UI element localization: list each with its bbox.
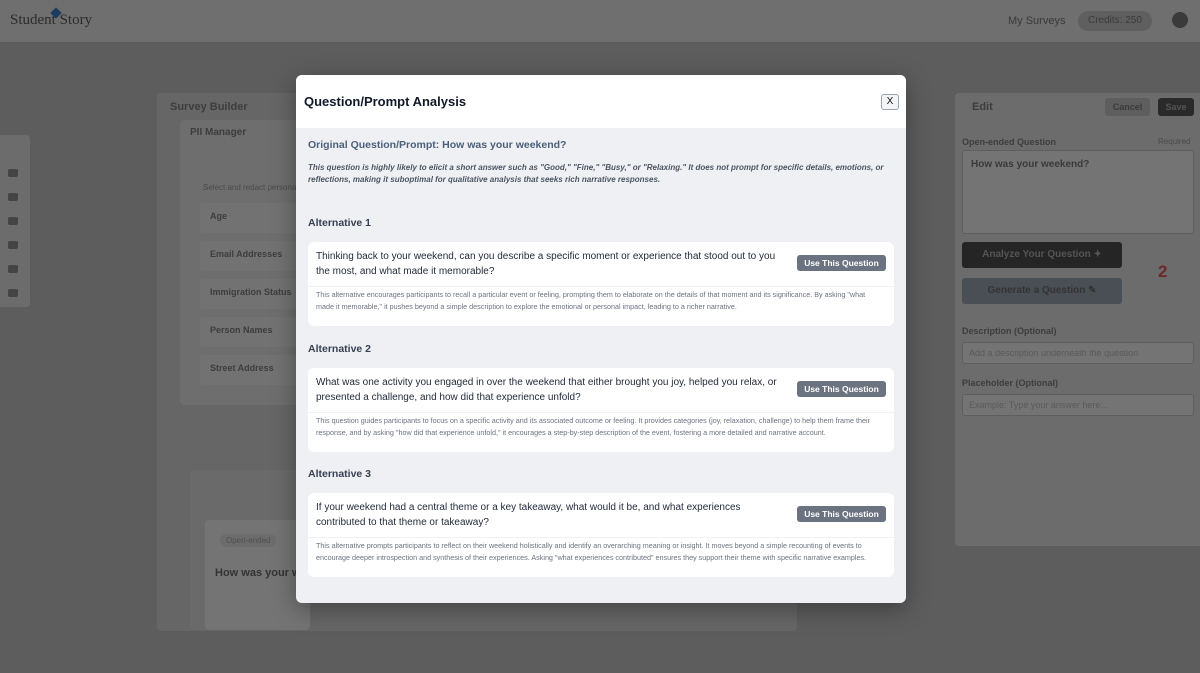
description-input[interactable]: Add a description underneath the questio…: [962, 342, 1194, 364]
alternative-2-question: What was one activity you engaged in ove…: [316, 377, 777, 403]
placeholder-input[interactable]: Example: Type your answer here...: [962, 394, 1194, 416]
close-button[interactable]: X: [881, 94, 899, 110]
pii-field-age[interactable]: Age: [200, 203, 310, 233]
original-question-explanation: This question is highly likely to elicit…: [308, 163, 884, 184]
grid-icon[interactable]: [8, 217, 18, 225]
placeholder-field-label: Placeholder (Optional): [962, 378, 1059, 388]
description-field-label: Description (Optional): [962, 326, 1057, 336]
question-preview-text: How was your w: [215, 567, 301, 579]
edit-panel-title: Edit: [972, 101, 993, 113]
alternative-2-explanation: This question guides participants to foc…: [316, 416, 870, 437]
avatar[interactable]: [1172, 12, 1188, 28]
pii-manager-subtitle: Select and redact personal: [203, 183, 299, 192]
pii-field-person-names[interactable]: Person Names: [200, 317, 310, 347]
use-alternative-2-button[interactable]: Use This Question: [797, 381, 886, 397]
edit-icon[interactable]: [8, 193, 18, 201]
image-icon[interactable]: [8, 265, 18, 273]
alternative-1-explanation: This alternative encourages participants…: [316, 290, 866, 311]
pii-manager-title: PII Manager: [190, 127, 247, 138]
alternative-3-card: If your weekend had a central theme or a…: [308, 493, 894, 577]
question-textarea[interactable]: How was your weekend?: [962, 150, 1194, 234]
generate-question-button[interactable]: Generate a Question ✎: [962, 278, 1122, 304]
original-question-heading: Original Question/Prompt: How was your w…: [308, 139, 567, 151]
alternative-3-explanation: This alternative prompts participants to…: [316, 541, 867, 562]
alternative-2-card: What was one activity you engaged in ove…: [308, 368, 894, 452]
survey-builder-title: Survey Builder: [170, 101, 248, 113]
alternative-1-heading: Alternative 1: [308, 217, 372, 229]
divider: [308, 286, 894, 287]
modal-title: Question/Prompt Analysis: [304, 94, 467, 109]
divider: [308, 412, 894, 413]
left-toolbar: [0, 135, 30, 307]
alternative-3-heading: Alternative 3: [308, 468, 372, 480]
cancel-button[interactable]: Cancel: [1105, 98, 1150, 116]
question-field-label: Open-ended Question: [962, 137, 1057, 147]
divider: [308, 537, 894, 538]
save-button[interactable]: Save: [1158, 98, 1194, 116]
question-type-badge: Open-ended: [220, 534, 277, 547]
folder-icon[interactable]: [8, 241, 18, 249]
pii-field-email[interactable]: Email Addresses: [200, 241, 310, 271]
alternative-2-heading: Alternative 2: [308, 343, 372, 355]
nav-my-surveys[interactable]: My Surveys: [1008, 15, 1065, 27]
alternative-1-card: Thinking back to your weekend, can you d…: [308, 242, 894, 326]
pii-field-street-address[interactable]: Street Address: [200, 355, 310, 385]
analysis-modal: Question/Prompt Analysis X Original Ques…: [296, 75, 906, 603]
add-icon[interactable]: [8, 169, 18, 177]
modal-header: Question/Prompt Analysis X: [296, 75, 906, 128]
settings-icon[interactable]: [8, 289, 18, 297]
credits-badge[interactable]: Credits: 250: [1078, 11, 1152, 31]
app-header: Student Story My Surveys Credits: 250: [0, 0, 1200, 42]
required-toggle-label[interactable]: Required: [1158, 137, 1190, 146]
alternative-3-question: If your weekend had a central theme or a…: [316, 502, 741, 528]
use-alternative-1-button[interactable]: Use This Question: [797, 255, 886, 271]
alternative-1-question: Thinking back to your weekend, can you d…: [316, 251, 776, 277]
analyze-question-button[interactable]: Analyze Your Question ✦: [962, 242, 1122, 268]
question-score: 2: [1158, 262, 1168, 281]
pii-field-immigration[interactable]: Immigration Status: [200, 279, 310, 309]
use-alternative-3-button[interactable]: Use This Question: [797, 506, 886, 522]
modal-body: Original Question/Prompt: How was your w…: [296, 128, 906, 603]
